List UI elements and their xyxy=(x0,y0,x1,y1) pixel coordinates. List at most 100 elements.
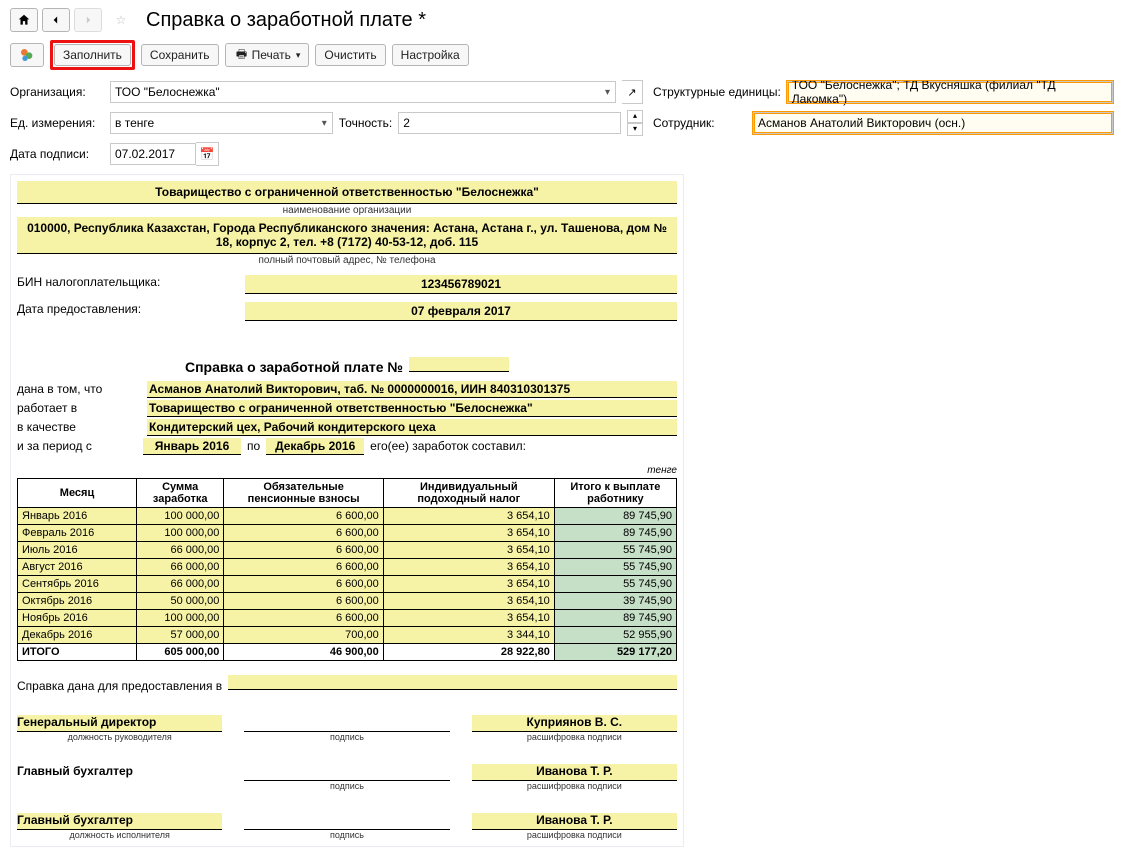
bin-label: БИН налогоплательщика: xyxy=(17,275,237,294)
home-button[interactable] xyxy=(10,8,38,32)
acc-role: Главный бухгалтер xyxy=(17,764,222,780)
cell-earn: 50 000,00 xyxy=(137,593,224,610)
clear-button[interactable]: Очистить xyxy=(315,44,385,66)
salary-table: Месяц Сумма заработка Обязательные пенси… xyxy=(17,478,677,661)
doc-addr-note: полный почтовый адрес, № телефона xyxy=(17,254,677,267)
spin-up-icon[interactable]: ▴ xyxy=(627,110,643,123)
table-row: Январь 2016100 000,006 600,003 654,1089 … xyxy=(18,508,677,525)
executor-sign-note: подпись xyxy=(244,830,449,840)
cell-net: 52 955,90 xyxy=(554,627,676,644)
cell-month: Сентябрь 2016 xyxy=(18,576,137,593)
period-label: и за период с xyxy=(17,439,137,453)
director-sign-line xyxy=(244,715,449,732)
works-label: работает в xyxy=(17,401,137,415)
table-row: Декабрь 201657 000,00700,003 344,1052 95… xyxy=(18,627,677,644)
cell-month: ИТОГО xyxy=(18,644,137,661)
cell-tax: 3 654,10 xyxy=(383,525,554,542)
arrow-left-icon xyxy=(49,13,63,27)
director-name: Куприянов В. С. xyxy=(472,715,677,732)
settings-button[interactable]: Настройка xyxy=(392,44,469,66)
director-decode-note: расшифровка подписи xyxy=(472,732,677,742)
cell-month: Январь 2016 xyxy=(18,508,137,525)
th-tax: Индивидуальный подоходный налог xyxy=(383,479,554,508)
back-button[interactable] xyxy=(42,8,70,32)
cell-earn: 57 000,00 xyxy=(137,627,224,644)
cell-net: 55 745,90 xyxy=(554,576,676,593)
precision-field[interactable]: 2 xyxy=(398,112,621,134)
org-open-button[interactable]: ↗ xyxy=(622,80,643,104)
director-role-note: должность руководителя xyxy=(17,732,222,742)
executor-decode-note: расшифровка подписи xyxy=(472,830,677,840)
cell-net: 89 745,90 xyxy=(554,525,676,542)
print-button[interactable]: 🖶Печать xyxy=(225,43,310,67)
cell-month: Июль 2016 xyxy=(18,542,137,559)
cell-pension: 46 900,00 xyxy=(224,644,383,661)
cell-month: Декабрь 2016 xyxy=(18,627,137,644)
th-net: Итого к выплате работнику xyxy=(554,479,676,508)
calendar-icon: 📅 xyxy=(200,147,215,161)
employee-field[interactable]: Асманов Анатолий Викторович (осн.) xyxy=(753,112,1113,134)
highlight-fill-button: Заполнить xyxy=(50,40,135,70)
cell-pension: 6 600,00 xyxy=(224,508,383,525)
doc-title: Справка о заработной плате № xyxy=(17,357,677,375)
printer-icon: 🖶 xyxy=(234,47,250,63)
precision-spinner[interactable]: ▴▾ xyxy=(627,110,643,136)
cell-earn: 605 000,00 xyxy=(137,644,224,661)
app-icon xyxy=(19,47,35,63)
cell-earn: 100 000,00 xyxy=(137,525,224,542)
cell-tax: 3 654,10 xyxy=(383,593,554,610)
cell-net: 89 745,90 xyxy=(554,508,676,525)
period-from: Январь 2016 xyxy=(143,438,241,455)
table-row: Сентябрь 201666 000,006 600,003 654,1055… xyxy=(18,576,677,593)
table-row: Ноябрь 2016100 000,006 600,003 654,1089 … xyxy=(18,610,677,627)
acc-sign-note: подпись xyxy=(244,781,449,791)
executor-name: Иванова Т. Р. xyxy=(472,813,677,830)
cell-pension: 700,00 xyxy=(224,627,383,644)
provision-date-label: Дата предоставления: xyxy=(17,302,237,321)
favorite-icon[interactable]: ☆ xyxy=(110,9,132,31)
cell-month: Февраль 2016 xyxy=(18,525,137,542)
position-value: Кондитерский цех, Рабочий кондитерского … xyxy=(147,419,677,436)
home-icon xyxy=(17,13,31,27)
cell-earn: 66 000,00 xyxy=(137,576,224,593)
cell-month: Август 2016 xyxy=(18,559,137,576)
cell-pension: 6 600,00 xyxy=(224,525,383,542)
table-row: Июль 201666 000,006 600,003 654,1055 745… xyxy=(18,542,677,559)
th-month: Месяц xyxy=(18,479,137,508)
cell-tax: 3 654,10 xyxy=(383,542,554,559)
cell-pension: 6 600,00 xyxy=(224,559,383,576)
cell-month: Октябрь 2016 xyxy=(18,593,137,610)
acc-sign-line xyxy=(244,764,449,781)
employee-label: Сотрудник: xyxy=(653,116,747,130)
save-button[interactable]: Сохранить xyxy=(141,44,219,66)
doc-org-name: Товарищество с ограниченной ответственно… xyxy=(17,181,677,204)
th-earn: Сумма заработка xyxy=(137,479,224,508)
cell-earn: 100 000,00 xyxy=(137,508,224,525)
spin-down-icon[interactable]: ▾ xyxy=(627,123,643,136)
acc-decode-note: расшифровка подписи xyxy=(472,781,677,791)
cell-net: 529 177,20 xyxy=(554,644,676,661)
forward-button xyxy=(74,8,102,32)
org-field[interactable]: ТОО "Белоснежка" xyxy=(110,81,616,103)
cell-tax: 28 922,80 xyxy=(383,644,554,661)
table-row: Август 201666 000,006 600,003 654,1055 7… xyxy=(18,559,677,576)
units-field[interactable]: ТОО "Белоснежка"; ТД Вкусняшка (филиал "… xyxy=(787,81,1113,103)
fill-button[interactable]: Заполнить xyxy=(54,44,131,66)
signdate-field[interactable]: 07.02.2017 xyxy=(110,143,196,165)
executor-role-note: должность исполнителя xyxy=(17,830,222,840)
cell-pension: 6 600,00 xyxy=(224,593,383,610)
unit-field[interactable]: в тенге xyxy=(110,112,333,134)
cell-earn: 100 000,00 xyxy=(137,610,224,627)
cell-tax: 3 654,10 xyxy=(383,610,554,627)
arrow-right-icon xyxy=(81,13,95,27)
period-tail: его(ее) заработок составил: xyxy=(370,439,526,453)
purpose-blank xyxy=(228,675,677,690)
cell-net: 39 745,90 xyxy=(554,593,676,610)
provision-date-value: 07 февраля 2017 xyxy=(245,302,677,321)
executor-role: Главный бухгалтер xyxy=(17,813,222,830)
acc-name: Иванова Т. Р. xyxy=(472,764,677,781)
calendar-button[interactable]: 📅 xyxy=(196,142,219,166)
cell-earn: 66 000,00 xyxy=(137,559,224,576)
unit-label: Ед. измерения: xyxy=(10,116,104,130)
logo-button[interactable] xyxy=(10,43,44,67)
